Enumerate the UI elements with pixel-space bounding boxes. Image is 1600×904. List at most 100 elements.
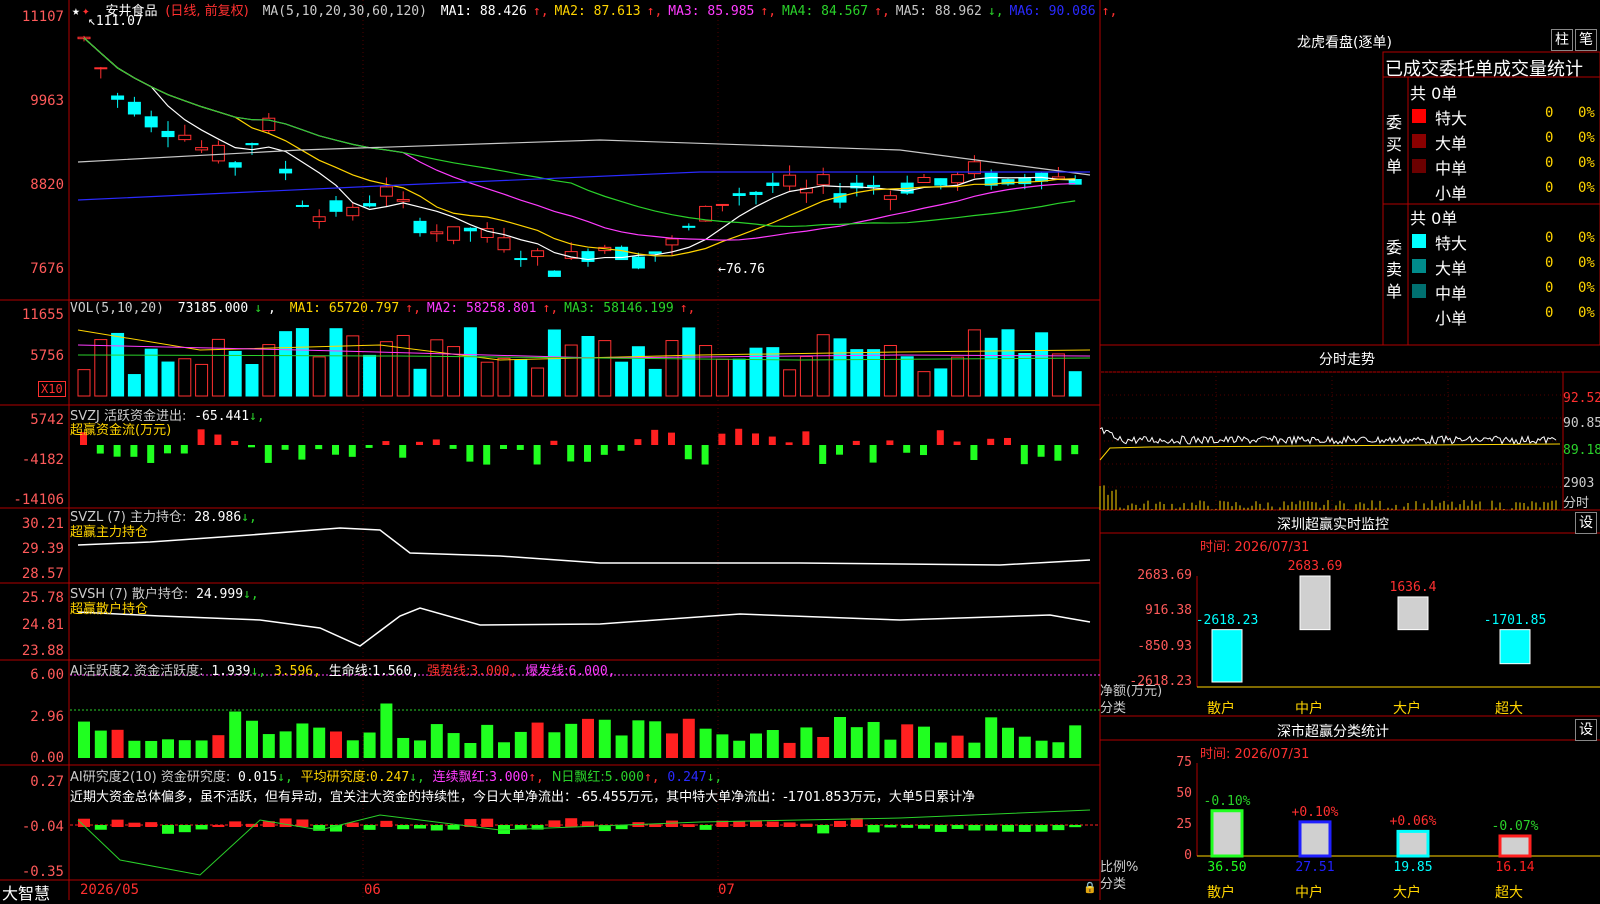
ai-active-bar [716, 734, 729, 758]
sz-monitor-value-2: 1636.4 [1389, 579, 1437, 595]
ma-6-value: MA6: 90.086 [1009, 4, 1096, 19]
ai-active-bar [498, 742, 510, 758]
svzj-bar [214, 434, 222, 445]
vol-bar [195, 363, 209, 397]
sz-stats-y-0: 75 [1176, 755, 1192, 770]
sz-monitor-y-1: 916.38 [1145, 603, 1192, 619]
ai-research-header: AI研究度2(10) 资金研究度: 0.015↓, 平均研究度:0.247↓, … [70, 770, 723, 785]
candle-body [279, 168, 293, 174]
ai-research-bar [229, 821, 242, 827]
vol-ma-1-arrow: ↑, [405, 301, 421, 316]
ai-active-bar [934, 742, 947, 758]
svzj-bar [399, 445, 407, 458]
buy-row-swatch-2 [1412, 159, 1426, 173]
sell-row-swatch-2 [1412, 284, 1426, 298]
vol-bar [77, 369, 91, 397]
ai-active-bar [951, 735, 964, 758]
candle-body [648, 251, 662, 254]
svzj-bar [987, 438, 995, 445]
low-price-label: ←76.76 [718, 262, 765, 277]
star-icon[interactable]: ★ [72, 4, 80, 19]
date-tick-0: 2026/05 [80, 882, 140, 898]
vol-bar [547, 329, 561, 397]
order-stats-title: 已成交委托单成交量统计 [1385, 59, 1583, 80]
ai-active-header: AI活跃度2 资金活跃度: 1.939↓, 3.596, 生命线:1.560, … [70, 664, 616, 679]
buy-row-swatch-1 [1412, 134, 1426, 148]
svzj-bar [130, 445, 138, 457]
ai-active-bar [296, 723, 309, 758]
candle-body [766, 182, 780, 186]
sz-monitor-settings-button[interactable]: 设 [1575, 512, 1597, 534]
vol-y-label-1: 5756 [30, 348, 64, 364]
candle-body [195, 147, 209, 151]
tick-view-button[interactable]: 笔 [1575, 29, 1597, 51]
lock-icon[interactable]: 🔒 [1083, 881, 1097, 894]
svzj-bar [718, 433, 726, 445]
column-view-button[interactable]: 柱 [1551, 29, 1573, 51]
candle-body [951, 174, 965, 184]
ai-active-bar [514, 731, 527, 758]
candle-body [497, 237, 511, 251]
sz-monitor-cat-3: 超大 [1495, 701, 1523, 717]
vol-bar [833, 338, 847, 397]
svzj-bar [634, 439, 642, 445]
candle-body [312, 216, 326, 222]
sz-monitor-value-3: -1701.85 [1483, 612, 1547, 628]
sz-stats-value-2: 19.85 [1393, 860, 1433, 875]
ai_active-y-label-1: 2.96 [30, 709, 64, 725]
svzl-y-label-2: 28.57 [21, 566, 64, 582]
ai-active-bar [313, 727, 326, 758]
ma1-line [83, 37, 1076, 261]
sz-stats-title: 深市超赢分类统计 [1277, 724, 1389, 740]
svzj-bar [684, 445, 692, 460]
vol-bar [245, 364, 259, 397]
vol-bar [766, 347, 780, 397]
vol-bar [531, 367, 545, 397]
vol-bar [363, 354, 377, 397]
ai-active-bar [901, 724, 914, 758]
svzj-bar [1071, 445, 1079, 455]
svzj-bar [584, 445, 591, 462]
svzj-bar [197, 429, 205, 445]
ai-active-bar [783, 742, 796, 758]
svzj-bar [802, 431, 810, 445]
ai-active-bar [78, 721, 90, 758]
vol-ma-3-arrow: ↑, [679, 301, 696, 316]
sell-row-name-2: 中单 [1435, 284, 1468, 303]
ai-research-bar [1069, 825, 1082, 828]
ai-research-bar [430, 825, 443, 831]
ai-active-bar [699, 728, 712, 758]
ma-2-value: MA2: 87.613 [554, 4, 641, 19]
vol-bar [883, 344, 897, 397]
ai-active-bar [330, 731, 342, 758]
ma-4-value: MA4: 84.567 [782, 4, 869, 19]
ai-active-bar [464, 742, 477, 758]
ai-active-bar [111, 729, 124, 758]
svzj-bar [382, 441, 390, 445]
svzj-bar [600, 445, 608, 455]
kline-chart-area[interactable] [0, 0, 1600, 900]
ai-research-bar [212, 824, 225, 827]
ma3-line [83, 37, 1076, 241]
vol-bar [111, 332, 125, 397]
svzl-y-label-0: 30.21 [21, 516, 64, 532]
vol-bar [329, 328, 343, 397]
ma-4-arrow: ↑, [874, 4, 890, 19]
svzj-bar [432, 439, 440, 445]
sz-monitor-value-0: -2618.23 [1195, 612, 1259, 628]
vol-bar [699, 345, 713, 397]
candle-body [631, 256, 645, 269]
svzj-bar [298, 445, 306, 460]
sz-stats-cat-2: 大户 [1393, 885, 1421, 901]
ai-active-bar [834, 716, 846, 758]
candle-body [127, 101, 141, 115]
ai-active-bar [548, 732, 561, 758]
ai-active-bar [649, 721, 662, 758]
sz-stats-cat-0: 散户 [1207, 885, 1235, 901]
sz-stats-settings-button[interactable]: 设 [1575, 719, 1597, 741]
ma-6-arrow: ↑, [1101, 4, 1118, 19]
svzj-bar [147, 445, 155, 463]
svzj-bar [231, 440, 239, 445]
candle-body [514, 258, 528, 261]
candle-body [867, 184, 881, 188]
